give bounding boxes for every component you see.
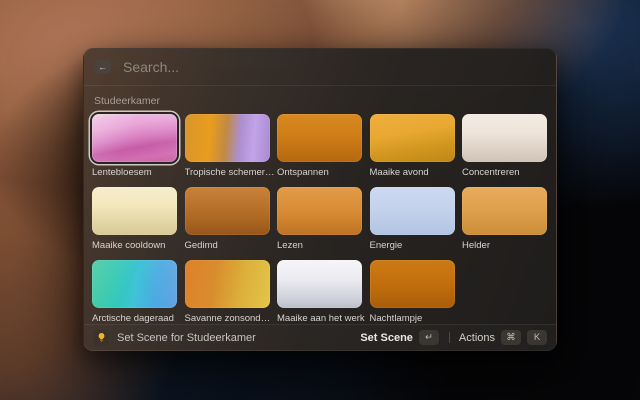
scene-label: Ontspannen xyxy=(277,167,367,178)
scene-label: Maaike aan het werk xyxy=(277,313,367,324)
scene-card[interactable]: Tropische schemering xyxy=(185,114,270,178)
scene-card[interactable]: Maaike avond xyxy=(370,114,455,178)
set-scene-button[interactable]: Set Scene ↵ xyxy=(360,330,439,345)
scene-thumbnail xyxy=(277,114,362,162)
lightbulb-icon xyxy=(96,332,107,343)
scene-label: Energie xyxy=(370,240,460,251)
scene-card[interactable]: Nachtlampje xyxy=(370,260,455,324)
scene-section: Studeerkamer LentebloesemTropische schem… xyxy=(84,86,556,324)
scene-thumbnail xyxy=(277,187,362,235)
lightbulb-chip xyxy=(93,330,109,346)
scene-thumbnail xyxy=(462,114,547,162)
footer-status: Set Scene for Studeerkamer xyxy=(117,332,256,344)
k-key-icon: K xyxy=(527,330,547,345)
scene-card[interactable]: Maaike cooldown xyxy=(92,187,177,251)
scene-card[interactable]: Gedimd xyxy=(185,187,270,251)
footer-bar: Set Scene for Studeerkamer Set Scene ↵ A… xyxy=(84,324,556,350)
section-title: Studeerkamer xyxy=(94,95,548,107)
scene-label: Helder xyxy=(462,240,552,251)
scene-thumbnail xyxy=(277,260,362,308)
actions-button[interactable]: Actions ⌘ K xyxy=(459,330,547,345)
set-scene-label: Set Scene xyxy=(360,332,413,344)
scene-card[interactable]: Ontspannen xyxy=(277,114,362,178)
scene-thumbnail xyxy=(370,260,455,308)
scene-card[interactable]: Concentreren xyxy=(462,114,547,178)
actions-label: Actions xyxy=(459,332,495,344)
scene-grid: LentebloesemTropische schemeringOntspann… xyxy=(92,114,548,324)
scene-thumbnail xyxy=(92,187,177,235)
scene-thumbnail xyxy=(370,114,455,162)
scene-thumbnail xyxy=(92,114,177,162)
scene-card[interactable]: Maaike aan het werk xyxy=(277,260,362,324)
scene-card[interactable]: Lentebloesem xyxy=(92,114,177,178)
scene-thumbnail xyxy=(185,114,270,162)
scene-label: Maaike cooldown xyxy=(92,240,182,251)
scene-label: Concentreren xyxy=(462,167,552,178)
command-key-icon: ⌘ xyxy=(501,330,521,345)
back-button[interactable]: ← xyxy=(94,60,111,74)
footer-separator xyxy=(449,332,450,343)
scene-label: Arctische dageraad xyxy=(92,313,182,324)
scene-label: Nachtlampje xyxy=(370,313,460,324)
scene-label: Maaike avond xyxy=(370,167,460,178)
scene-thumbnail xyxy=(370,187,455,235)
scene-card[interactable]: Arctische dageraad xyxy=(92,260,177,324)
search-bar: ← xyxy=(84,49,556,86)
scene-thumbnail xyxy=(185,187,270,235)
scene-label: Lentebloesem xyxy=(92,167,182,178)
scene-label: Gedimd xyxy=(185,240,275,251)
scene-card[interactable]: Savanne zonsonderg… xyxy=(185,260,270,324)
scene-card[interactable]: Helder xyxy=(462,187,547,251)
scene-thumbnail xyxy=(462,187,547,235)
scene-picker-window: ← Studeerkamer LentebloesemTropische sch… xyxy=(83,48,557,351)
scene-card[interactable]: Lezen xyxy=(277,187,362,251)
scene-label: Lezen xyxy=(277,240,367,251)
return-key-icon: ↵ xyxy=(419,330,439,345)
footer-actions: Set Scene ↵ Actions ⌘ K xyxy=(360,330,547,345)
arrow-left-icon: ← xyxy=(98,60,107,74)
scene-label: Tropische schemering xyxy=(185,167,275,178)
scene-label: Savanne zonsonderg… xyxy=(185,313,275,324)
search-input[interactable] xyxy=(121,58,546,76)
scene-card[interactable]: Energie xyxy=(370,187,455,251)
scene-thumbnail xyxy=(92,260,177,308)
scene-thumbnail xyxy=(185,260,270,308)
